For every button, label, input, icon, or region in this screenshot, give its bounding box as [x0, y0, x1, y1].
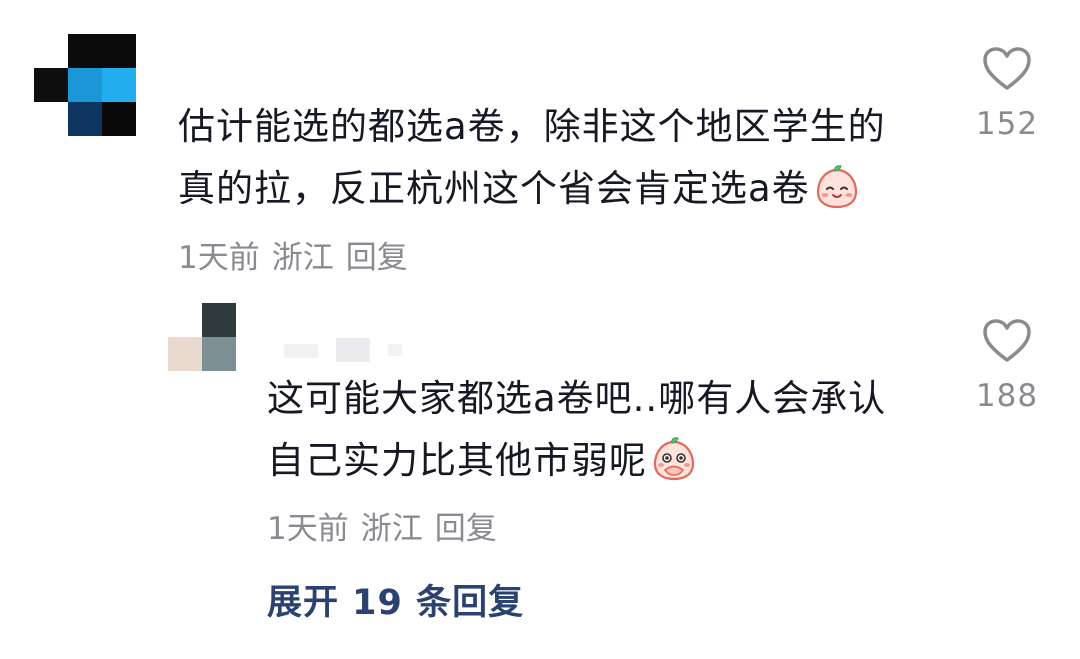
comment-line: 这可能大家都选a卷吧..哪有人会承认	[267, 377, 887, 420]
smiling-peach-emoji	[816, 164, 857, 208]
like-count: 152	[975, 106, 1039, 142]
heart-icon[interactable]	[982, 46, 1032, 92]
comment-time: 1天前	[267, 511, 349, 547]
comment-text: 估计能选的都选a卷，除非这个地区学生的 真的拉，反正杭州这个省会肯定选a卷	[178, 96, 886, 220]
comment-location: 浙江	[360, 511, 423, 547]
expand-replies-button[interactable]: 展开 19 条回复	[267, 574, 524, 625]
comment-meta: 1天前 浙江 回复	[178, 232, 420, 277]
comment-line: 真的拉，反正杭州这个省会肯定选a卷	[178, 167, 810, 210]
comment-meta: 1天前 浙江 回复	[267, 503, 509, 548]
username-blurred[interactable]	[284, 338, 414, 372]
comment-line: 估计能选的都选a卷，除非这个地区学生的	[178, 105, 886, 148]
comment-text: 这可能大家都选a卷吧..哪有人会承认 自己实力比其他市弱呢	[267, 368, 886, 492]
like-control: 152	[962, 46, 1052, 142]
heart-icon[interactable]	[982, 318, 1032, 364]
comment-line: 自己实力比其他市弱呢	[267, 439, 647, 482]
avatar[interactable]	[168, 303, 236, 371]
giggling-peach-emoji	[653, 436, 695, 480]
reply-button[interactable]: 回复	[346, 240, 408, 276]
comment-time: 1天前	[178, 240, 260, 276]
reply-button[interactable]: 回复	[435, 511, 497, 547]
comment-location: 浙江	[271, 240, 334, 276]
like-count: 188	[975, 378, 1039, 414]
avatar[interactable]	[34, 34, 136, 136]
like-control: 188	[962, 318, 1052, 414]
